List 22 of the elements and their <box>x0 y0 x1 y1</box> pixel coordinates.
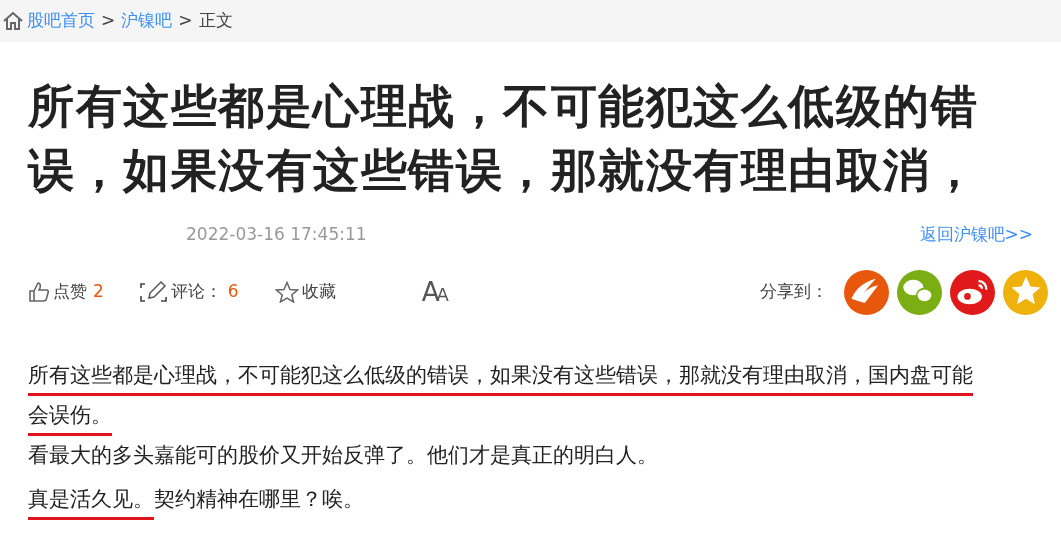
paragraph-text: 看最大的多头嘉能可的股价又开始反弹了。他们才是真正的明白人。 <box>28 441 659 469</box>
comment-count: 6 <box>227 280 239 304</box>
breadcrumb-current: 正文 <box>198 9 233 33</box>
share-button[interactable] <box>950 269 995 315</box>
home-icon[interactable] <box>2 11 24 31</box>
post-title: 所有这些都是心理战，不可能犯这么低级的错误，如果没有这些错误，那就没有理由取消， <box>28 78 979 199</box>
like-count: 2 <box>93 280 104 304</box>
thumbs-up-icon[interactable] <box>28 281 50 303</box>
comment-label[interactable]: 评论： <box>170 279 222 305</box>
font-size-button[interactable]: AA <box>421 272 446 312</box>
favorite-label[interactable]: 收藏 <box>301 279 336 305</box>
share-label: 分享到： <box>760 280 828 304</box>
edit-icon[interactable] <box>139 280 168 304</box>
share-button[interactable] <box>844 269 889 315</box>
separator-text: > <box>101 9 116 33</box>
like-label[interactable]: 点赞 <box>53 279 87 305</box>
separator-text: > <box>178 9 193 33</box>
post-time: 2022-03-16 17:45:11 <box>186 223 367 246</box>
paragraph-text: 所有这些都是心理战，不可能犯这么低级的错误，如果没有这些错误，那就没有理由取消，国内盘可能会误伤。 <box>28 354 993 435</box>
share-button[interactable] <box>897 269 942 315</box>
paragraph-text: 真是活久见。契约精神在哪里？唉。 <box>28 478 993 519</box>
star-icon[interactable] <box>274 281 299 303</box>
